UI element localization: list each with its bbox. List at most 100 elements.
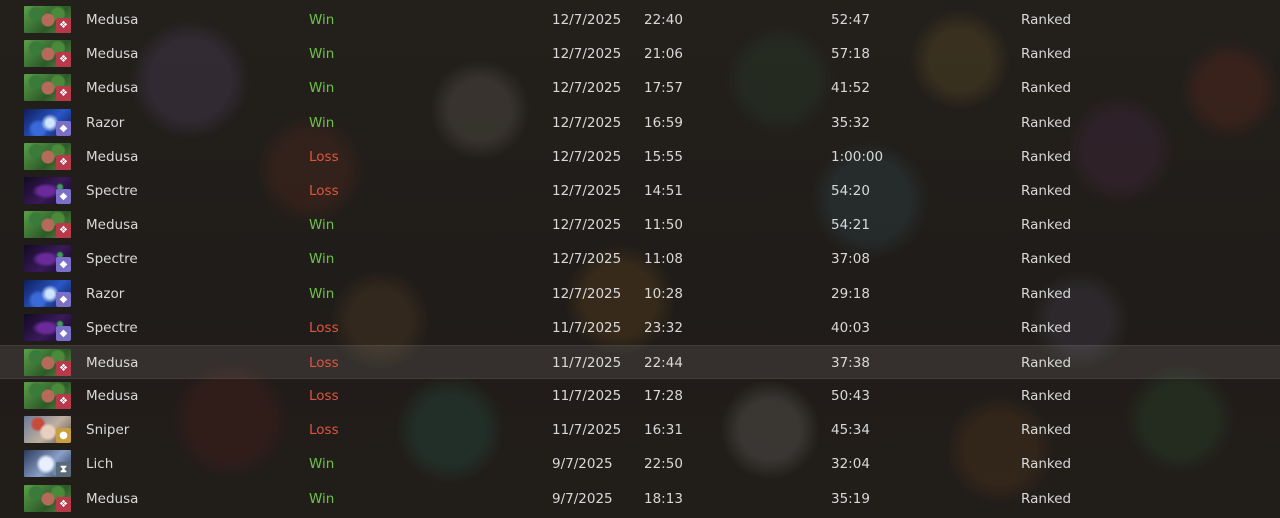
universal-icon: ◆ bbox=[56, 188, 71, 204]
match-result: Win bbox=[309, 46, 335, 63]
match-duration: 37:38 bbox=[831, 354, 870, 371]
game-mode: Ranked bbox=[1021, 182, 1072, 199]
match-result: Loss bbox=[309, 422, 339, 439]
intelligence-icon: ⧗ bbox=[56, 462, 71, 478]
match-result: Win bbox=[309, 217, 335, 234]
match-row[interactable]: ❖ Medusa Win 12/7/2025 17:57 41:52 Ranked bbox=[0, 71, 1280, 105]
hero-name: Spectre bbox=[86, 251, 138, 268]
match-time: 17:57 bbox=[644, 80, 683, 97]
match-row[interactable]: ❖ Medusa Win 12/7/2025 21:06 57:18 Ranked bbox=[0, 37, 1280, 71]
match-time: 23:32 bbox=[644, 319, 683, 336]
hero-name: Spectre bbox=[86, 319, 138, 336]
match-time: 10:28 bbox=[644, 285, 683, 302]
game-mode: Ranked bbox=[1021, 456, 1072, 473]
match-result: Win bbox=[309, 285, 335, 302]
match-row[interactable]: ◆ Spectre Loss 11/7/2025 23:32 40:03 Ranked bbox=[0, 311, 1280, 345]
match-row[interactable]: ❖ Medusa Win 12/7/2025 11:50 54:21 Ranked bbox=[0, 208, 1280, 242]
match-date: 12/7/2025 bbox=[552, 251, 622, 268]
match-row[interactable]: ◆ Spectre Loss 12/7/2025 14:51 54:20 Ranked bbox=[0, 174, 1280, 208]
universal-icon: ◆ bbox=[56, 257, 71, 273]
match-duration: 29:18 bbox=[831, 285, 870, 302]
match-date: 12/7/2025 bbox=[552, 12, 622, 28]
hero-name: Razor bbox=[86, 114, 125, 131]
match-row[interactable]: ⧗ Lich Win 9/7/2025 22:50 32:04 Ranked bbox=[0, 447, 1280, 481]
hero-name: Sniper bbox=[86, 422, 130, 439]
match-time: 21:06 bbox=[644, 46, 683, 63]
match-row[interactable]: ❖ Medusa Win 9/7/2025 18:13 35:19 Ranked bbox=[0, 482, 1280, 516]
hero-name: Medusa bbox=[86, 388, 139, 405]
hero-name: Medusa bbox=[86, 354, 139, 371]
match-duration: 35:19 bbox=[831, 490, 870, 507]
game-mode: Ranked bbox=[1021, 148, 1072, 165]
game-mode: Ranked bbox=[1021, 388, 1072, 405]
match-row[interactable]: ❖ Medusa Loss 11/7/2025 22:44 37:38 Ranked bbox=[0, 344, 1280, 380]
agility-icon: ❖ bbox=[56, 223, 71, 239]
universal-icon: ◆ bbox=[56, 325, 71, 341]
game-mode: Ranked bbox=[1021, 80, 1072, 97]
match-time: 22:50 bbox=[644, 456, 683, 473]
match-result: Win bbox=[309, 251, 335, 268]
match-date: 11/7/2025 bbox=[552, 319, 622, 336]
match-row[interactable]: ● Sniper Loss 11/7/2025 16:31 45:34 Ranked bbox=[0, 413, 1280, 447]
agility-icon: ❖ bbox=[56, 18, 71, 33]
match-time: 11:50 bbox=[644, 217, 683, 234]
hero-name: Lich bbox=[86, 456, 114, 473]
match-result: Win bbox=[309, 80, 335, 97]
hero-name: Medusa bbox=[86, 46, 139, 63]
universal-icon: ◆ bbox=[56, 291, 71, 307]
hero-name: Medusa bbox=[86, 490, 139, 507]
match-duration: 57:18 bbox=[831, 46, 870, 63]
game-mode: Ranked bbox=[1021, 422, 1072, 439]
match-result: Win bbox=[309, 490, 335, 507]
match-date: 12/7/2025 bbox=[552, 46, 622, 63]
match-time: 22:44 bbox=[644, 354, 683, 371]
match-row[interactable]: ◆ Razor Win 12/7/2025 16:59 35:32 Ranked bbox=[0, 106, 1280, 140]
hero-name: Spectre bbox=[86, 182, 138, 199]
match-time: 15:55 bbox=[644, 148, 683, 165]
match-row[interactable]: ◆ Razor Win 12/7/2025 10:28 29:18 Ranked bbox=[0, 277, 1280, 311]
match-duration: 45:34 bbox=[831, 422, 870, 439]
hero-name: Medusa bbox=[86, 12, 139, 28]
match-row[interactable]: ❖ Medusa Win 12/7/2025 22:40 52:47 Ranked bbox=[0, 3, 1280, 37]
game-mode: Ranked bbox=[1021, 490, 1072, 507]
match-date: 12/7/2025 bbox=[552, 80, 622, 97]
game-mode: Ranked bbox=[1021, 285, 1072, 302]
agility-icon: ❖ bbox=[56, 52, 71, 68]
agility-icon: ❖ bbox=[56, 360, 71, 376]
hero-portrait: ❖ bbox=[24, 211, 71, 239]
match-time: 11:08 bbox=[644, 251, 683, 268]
hero-portrait: ❖ bbox=[24, 142, 71, 170]
match-time: 16:59 bbox=[644, 114, 683, 131]
hero-portrait: ❖ bbox=[24, 382, 71, 410]
match-date: 12/7/2025 bbox=[552, 285, 622, 302]
hero-portrait: ❖ bbox=[24, 74, 71, 102]
match-date: 12/7/2025 bbox=[552, 217, 622, 234]
match-duration: 54:21 bbox=[831, 217, 870, 234]
match-duration: 35:32 bbox=[831, 114, 870, 131]
match-row[interactable]: ◆ Spectre Win 12/7/2025 11:08 37:08 Ranked bbox=[0, 242, 1280, 276]
match-row[interactable]: ❖ Medusa Loss 11/7/2025 17:28 50:43 Ranked bbox=[0, 379, 1280, 413]
match-date: 12/7/2025 bbox=[552, 148, 622, 165]
agility-icon: ❖ bbox=[56, 394, 71, 410]
match-duration: 54:20 bbox=[831, 182, 870, 199]
match-result: Loss bbox=[309, 182, 339, 199]
match-row[interactable]: ❖ Medusa Loss 12/7/2025 15:55 1:00:00 Ranked bbox=[0, 140, 1280, 174]
match-history-panel: ❖ Medusa Win 12/7/2025 22:40 52:47 Ranked ❖ Medu… bbox=[0, 0, 1280, 518]
game-mode: Ranked bbox=[1021, 12, 1072, 28]
universal-icon: ◆ bbox=[56, 120, 71, 136]
match-date: 9/7/2025 bbox=[552, 456, 613, 473]
hero-portrait: ◆ bbox=[24, 245, 71, 273]
match-duration: 50:43 bbox=[831, 388, 870, 405]
agility-icon: ❖ bbox=[56, 496, 71, 512]
match-duration: 40:03 bbox=[831, 319, 870, 336]
hero-portrait: ⧗ bbox=[24, 450, 71, 478]
match-duration: 1:00:00 bbox=[831, 148, 884, 165]
hero-portrait: ● bbox=[24, 416, 71, 444]
game-mode: Ranked bbox=[1021, 354, 1072, 371]
match-duration: 37:08 bbox=[831, 251, 870, 268]
match-result: Loss bbox=[309, 388, 339, 405]
match-result: Loss bbox=[309, 319, 339, 336]
hero-portrait: ◆ bbox=[24, 108, 71, 136]
match-list: ❖ Medusa Win 12/7/2025 22:40 52:47 Ranked ❖ Medu… bbox=[0, 3, 1280, 516]
hero-portrait: ◆ bbox=[24, 279, 71, 307]
